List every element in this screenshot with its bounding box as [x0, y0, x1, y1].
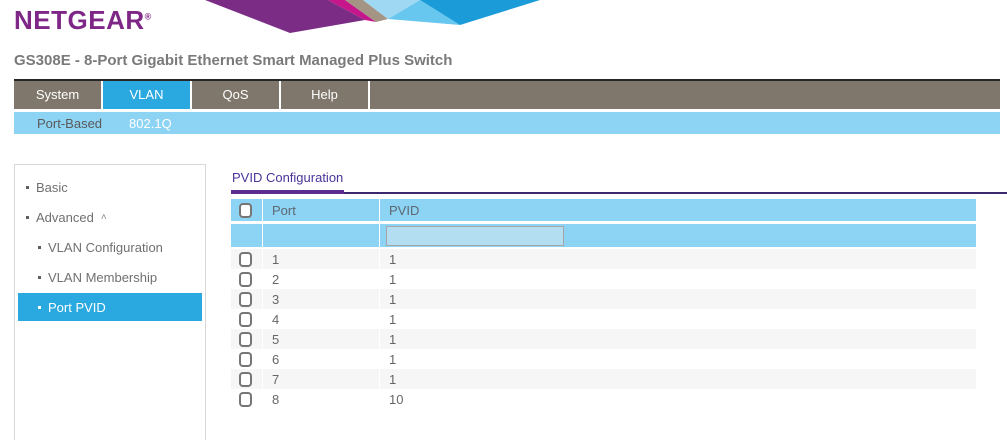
- table-body: 1 1 2 1 3 1 4 1 5 1 6 1 7 1 8 10: [231, 249, 976, 409]
- table-row: 1 1: [231, 249, 976, 269]
- table-row: 5 1: [231, 329, 976, 349]
- tab-vlan[interactable]: VLAN: [103, 81, 192, 109]
- section-title-rule: [231, 192, 1007, 194]
- sidebar-item-port-pvid[interactable]: Port PVID: [18, 293, 202, 321]
- sidebar-item-label: VLAN Membership: [48, 270, 157, 285]
- sidebar: Basic Advanced ˄ VLAN Configuration VLAN…: [14, 164, 206, 440]
- bullet-icon: [38, 246, 41, 249]
- bullet-icon: [26, 186, 29, 189]
- row-checkbox[interactable]: [239, 352, 252, 367]
- section-title: PVID Configuration: [231, 170, 344, 194]
- port-cell: 4: [262, 309, 379, 329]
- row-checkbox[interactable]: [239, 332, 252, 347]
- bullet-icon: [38, 306, 41, 309]
- pvid-cell: 1: [379, 349, 976, 369]
- table-row: 4 1: [231, 309, 976, 329]
- sidebar-item-label: Port PVID: [48, 300, 106, 315]
- main-panel: PVID Configuration Port PVID 1 1 2 1: [206, 164, 1007, 440]
- tab-system[interactable]: System: [14, 81, 103, 109]
- port-cell: 5: [262, 329, 379, 349]
- bullet-icon: [26, 216, 29, 219]
- content-area: Basic Advanced ˄ VLAN Configuration VLAN…: [0, 164, 1007, 440]
- column-header-port: Port: [262, 199, 379, 221]
- sidebar-item-basic[interactable]: Basic: [18, 172, 202, 202]
- port-cell: 2: [262, 269, 379, 289]
- sidebar-item-advanced[interactable]: Advanced ˄: [18, 202, 202, 232]
- logo-text: NETGEAR: [14, 5, 145, 35]
- sidebar-item-label: Basic: [36, 180, 68, 195]
- page-title: GS308E - 8-Port Gigabit Ethernet Smart M…: [0, 33, 1007, 79]
- table-row: 3 1: [231, 289, 976, 309]
- tab-qos[interactable]: QoS: [192, 81, 281, 109]
- port-cell: 7: [262, 369, 379, 389]
- row-checkbox[interactable]: [239, 392, 252, 407]
- row-checkbox[interactable]: [239, 372, 252, 387]
- select-all-checkbox[interactable]: [239, 203, 252, 218]
- row-checkbox[interactable]: [239, 272, 252, 287]
- pvid-cell: 1: [379, 289, 976, 309]
- table-row: 6 1: [231, 349, 976, 369]
- table-row: 7 1: [231, 369, 976, 389]
- subnav-item-8021q[interactable]: 802.1Q: [129, 116, 172, 131]
- netgear-logo: NETGEAR®: [14, 5, 152, 36]
- table-row: 8 10: [231, 389, 976, 409]
- pvid-cell: 1: [379, 269, 976, 289]
- top-banner: NETGEAR®: [0, 0, 1007, 33]
- banner-graphic: [180, 0, 600, 33]
- port-cell: 3: [262, 289, 379, 309]
- sidebar-item-vlan-configuration[interactable]: VLAN Configuration: [18, 232, 202, 262]
- row-checkbox[interactable]: [239, 292, 252, 307]
- table-filter-row: [231, 224, 976, 247]
- bullet-icon: [38, 276, 41, 279]
- sidebar-item-label: Advanced: [36, 210, 94, 225]
- pvid-cell: 1: [379, 329, 976, 349]
- column-header-pvid: PVID: [379, 199, 976, 221]
- pvid-cell: 1: [379, 309, 976, 329]
- sidebar-item-vlan-membership[interactable]: VLAN Membership: [18, 262, 202, 292]
- pvid-cell: 10: [379, 389, 976, 409]
- port-cell: 1: [262, 249, 379, 269]
- pvid-table: Port PVID 1 1 2 1 3 1 4 1: [231, 199, 976, 409]
- port-cell: 8: [262, 389, 379, 409]
- main-nav: System VLAN QoS Help: [14, 79, 1000, 109]
- collapse-caret-icon: ˄: [101, 212, 107, 223]
- pvid-cell: 1: [379, 249, 976, 269]
- tab-help[interactable]: Help: [281, 81, 370, 109]
- row-checkbox[interactable]: [239, 252, 252, 267]
- pvid-edit-input[interactable]: [386, 226, 564, 246]
- table-row: 2 1: [231, 269, 976, 289]
- table-header-row: Port PVID: [231, 199, 976, 221]
- pvid-cell: 1: [379, 369, 976, 389]
- row-checkbox[interactable]: [239, 312, 252, 327]
- registered-mark: ®: [145, 11, 152, 21]
- port-cell: 6: [262, 349, 379, 369]
- subnav-item-port-based[interactable]: Port-Based: [37, 116, 102, 131]
- sub-nav: Port-Based 802.1Q: [14, 112, 1000, 134]
- sidebar-item-label: VLAN Configuration: [48, 240, 163, 255]
